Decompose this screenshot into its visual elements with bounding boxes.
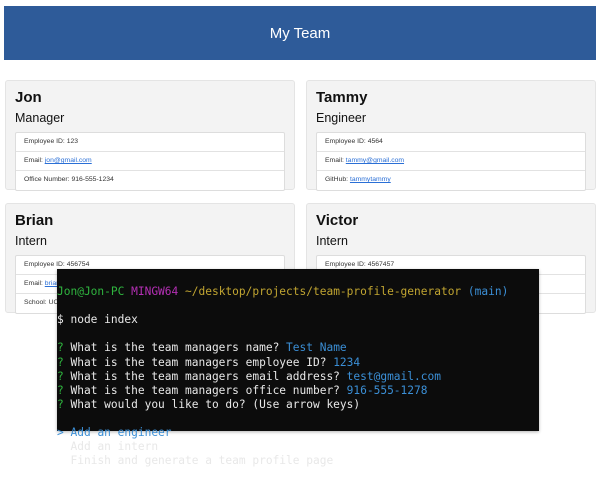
employee-role: Manager (15, 111, 65, 125)
employee-name: Jon (15, 89, 42, 106)
terminal-question: ? What is the team managers office numbe… (57, 383, 428, 397)
detail-link[interactable]: tammytammy (350, 176, 391, 183)
detail-item: Office Number: 916-555-1234 (24, 176, 114, 183)
employee-role: Intern (15, 234, 47, 248)
detail-item: GitHub: tammytammy (325, 176, 391, 183)
detail-link[interactable]: jon@gmail.com (45, 157, 92, 164)
employee-details: Employee ID: 123 Email: jon@gmail.com Offi… (15, 132, 285, 191)
employee-role: Intern (316, 234, 348, 248)
terminal-command: $ node index (57, 313, 138, 327)
employee-name: Victor (316, 212, 359, 229)
employee-card: Tammy Engineer Employee ID: 4564 Email: t… (306, 80, 596, 191)
employee-name: Brian (15, 212, 54, 229)
terminal-choice[interactable]: Finish and generate a team profile page (57, 454, 539, 468)
terminal-window[interactable]: Jon@Jon-PC MINGW64 ~/desktop/projects/te… (57, 269, 539, 467)
terminal-question: ? What is the team managers name? Test N… (57, 341, 347, 355)
page-header: My Team (4, 6, 596, 60)
employee-role: Engineer (316, 111, 367, 125)
detail-link[interactable]: tammy@gmail.com (346, 157, 404, 164)
terminal-question: ? What is the team managers employee ID?… (57, 355, 361, 369)
employee-details: Employee ID: 4564 Email: tammy@gmail.com G… (316, 132, 586, 191)
detail-item: Employee ID: 123 (16, 133, 284, 152)
detail-item: Employee ID: 4564 (317, 133, 585, 152)
detail-item: Email: jon@gmail.com (16, 152, 284, 171)
employee-name: Tammy (316, 89, 368, 106)
detail-item: Email: tammy@gmail.com (317, 152, 585, 171)
page-title: My Team (269, 24, 331, 42)
terminal-prompt: Jon@Jon-PC MINGW64 ~/desktop/projects/te… (57, 285, 509, 299)
terminal-choice[interactable]: Add an intern (57, 440, 539, 454)
employee-card: Jon Manager Employee ID: 123 Email: jon@g… (5, 80, 295, 191)
terminal-choice[interactable]: > Add an engineer (57, 426, 539, 440)
terminal-question: ? What is the team managers email addres… (57, 369, 441, 383)
terminal-question: ? What would you like to do? (Use arrow … (57, 397, 361, 411)
